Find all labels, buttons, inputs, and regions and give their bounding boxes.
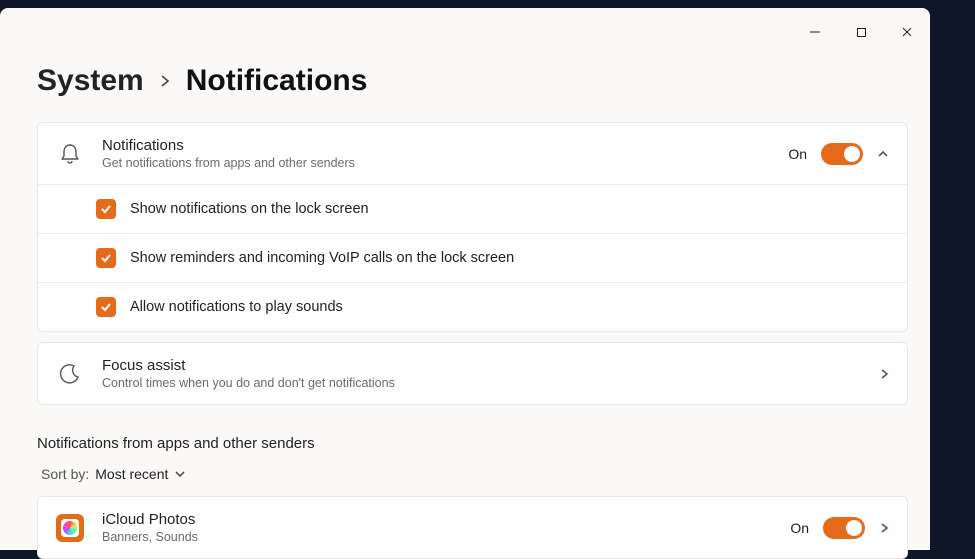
minimize-icon (809, 26, 821, 38)
minimize-button[interactable] (792, 18, 838, 46)
breadcrumb: System Notifications (37, 64, 908, 98)
chevron-right-icon (879, 522, 889, 534)
maximize-button[interactable] (838, 18, 884, 46)
focus-assist-title: Focus assist (102, 357, 861, 374)
chevron-up-icon (877, 149, 889, 159)
notifications-subtitle: Get notifications from apps and other se… (102, 156, 770, 170)
breadcrumb-parent[interactable]: System (37, 64, 144, 98)
section-heading-apps: Notifications from apps and other sender… (37, 435, 908, 452)
focus-assist-card[interactable]: Focus assist Control times when you do a… (37, 342, 908, 405)
notifications-title: Notifications (102, 137, 770, 154)
maximize-icon (856, 27, 867, 38)
notifications-subsettings: Show notifications on the lock screen Sh… (38, 184, 907, 331)
chevron-down-icon (174, 469, 186, 479)
notifications-card: Notifications Get notifications from app… (37, 122, 908, 332)
icloud-photos-icon (56, 514, 84, 542)
app-name: iCloud Photos (102, 511, 772, 528)
settings-window: System Notifications Notifications Get n… (0, 8, 930, 550)
notifications-toggle[interactable] (821, 143, 863, 165)
option-voip-lock-screen[interactable]: Show reminders and incoming VoIP calls o… (38, 233, 907, 282)
chevron-right-icon (879, 368, 889, 380)
app-state-label: On (790, 520, 809, 536)
titlebar (0, 8, 930, 48)
sort-by-dropdown[interactable]: Sort by: Most recent (37, 466, 908, 482)
notifications-state-label: On (788, 146, 807, 162)
chevron-right-icon (160, 74, 170, 88)
option-label: Show reminders and incoming VoIP calls o… (130, 250, 514, 266)
close-button[interactable] (884, 18, 930, 46)
sort-label: Sort by: (41, 466, 89, 482)
notifications-expander-header[interactable]: Notifications Get notifications from app… (38, 123, 907, 184)
sort-value: Most recent (95, 466, 168, 482)
app-subtitle: Banners, Sounds (102, 530, 772, 544)
checkbox-checked-icon[interactable] (96, 297, 116, 317)
page-title: Notifications (186, 64, 368, 98)
focus-assist-subtitle: Control times when you do and don't get … (102, 376, 861, 390)
content-area: System Notifications Notifications Get n… (0, 64, 930, 559)
close-icon (901, 26, 913, 38)
bell-icon (56, 143, 84, 165)
moon-icon (56, 363, 84, 385)
app-toggle[interactable] (823, 517, 865, 539)
option-lock-screen-notifications[interactable]: Show notifications on the lock screen (38, 184, 907, 233)
option-play-sounds[interactable]: Allow notifications to play sounds (38, 282, 907, 331)
option-label: Show notifications on the lock screen (130, 201, 369, 217)
option-label: Allow notifications to play sounds (130, 299, 343, 315)
checkbox-checked-icon[interactable] (96, 248, 116, 268)
checkbox-checked-icon[interactable] (96, 199, 116, 219)
